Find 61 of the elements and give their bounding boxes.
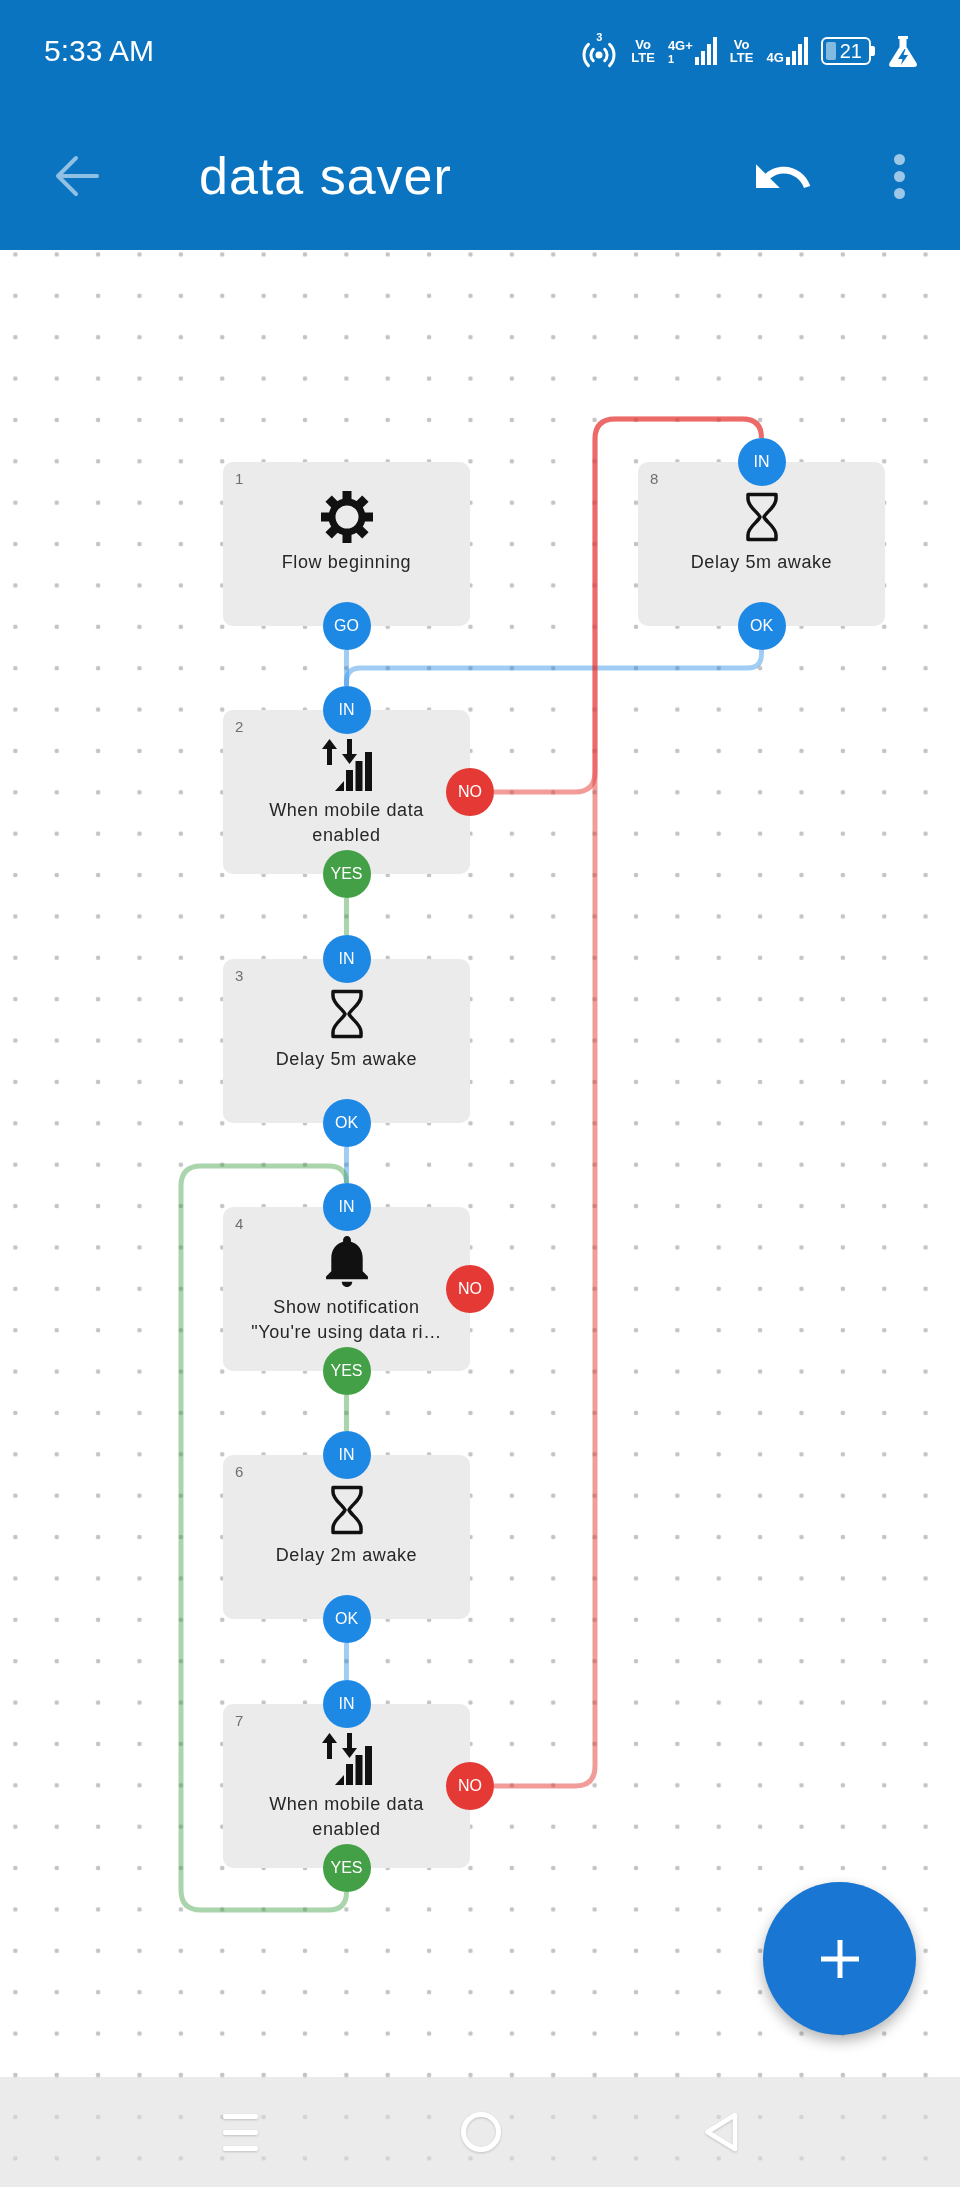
signal-bars-icon [694, 37, 717, 65]
more-options-icon [894, 153, 905, 199]
node-label: When mobile data enabled [268, 799, 425, 847]
add-button[interactable] [763, 1882, 916, 2035]
node-number: 2 [235, 718, 244, 735]
undo-icon [756, 163, 813, 189]
node-label: Flow beginning [281, 551, 412, 574]
node-number: 6 [235, 1463, 244, 1480]
hotspot-count: 3 [596, 32, 603, 43]
yes-port[interactable]: YES [322, 850, 371, 898]
network-type: 4G [766, 51, 784, 65]
connector-line [344, 898, 349, 935]
undo-button[interactable] [756, 163, 813, 189]
plus-icon [820, 1939, 859, 1978]
network-type: 4G+ [667, 39, 693, 53]
node-number: 3 [235, 967, 244, 984]
node-label: Show notification "You're using data ri… [250, 1296, 443, 1344]
hourglass-icon [329, 988, 364, 1039]
screen-title: data saver [199, 146, 452, 206]
yes-port[interactable]: YES [322, 1844, 371, 1892]
node-number: 8 [650, 470, 659, 487]
input-port[interactable]: IN [322, 1431, 371, 1479]
node-number: 7 [235, 1712, 244, 1729]
home-icon[interactable] [460, 2112, 501, 2152]
hourglass-icon [744, 491, 779, 542]
input-port[interactable]: IN [322, 1680, 371, 1728]
output-port[interactable]: OK [322, 1099, 371, 1147]
input-port[interactable]: IN [737, 438, 786, 486]
status-time: 5:33 AM [44, 34, 155, 68]
input-port[interactable]: IN [322, 686, 371, 734]
sim-number: 1 [667, 53, 674, 65]
output-port[interactable]: GO [322, 602, 371, 650]
back-button[interactable] [55, 155, 99, 197]
output-port[interactable]: OK [322, 1595, 371, 1643]
flask-icon [888, 35, 918, 67]
volte-indicator: Vo LTE [729, 38, 754, 64]
back-arrow-icon [55, 155, 99, 197]
hourglass-icon [329, 1484, 364, 1535]
node-label: When mobile data enabled [268, 1793, 425, 1841]
no-port[interactable]: NO [446, 768, 494, 816]
input-port[interactable]: IN [322, 935, 371, 983]
volte-indicator: Vo LTE [631, 38, 655, 64]
input-port[interactable]: IN [322, 1183, 371, 1231]
mobile-data-icon [321, 1732, 372, 1785]
node-label: Delay 2m awake [275, 1544, 418, 1567]
node-number: 4 [235, 1215, 244, 1232]
output-port[interactable]: OK [737, 602, 786, 650]
node-number: 1 [235, 470, 244, 487]
no-port[interactable]: NO [446, 1762, 494, 1810]
signal-bars-icon [785, 37, 808, 65]
node-label: Delay 5m awake [275, 1048, 418, 1071]
more-options-button[interactable] [894, 153, 905, 199]
back-icon[interactable] [703, 2112, 738, 2152]
gear-icon [320, 490, 373, 543]
battery-indicator: 21 [820, 37, 875, 65]
no-port[interactable]: NO [446, 1265, 494, 1313]
node-label: Delay 5m awake [690, 551, 833, 574]
mobile-data-icon [321, 738, 372, 791]
yes-port[interactable]: YES [322, 1347, 371, 1395]
menu-icon[interactable] [222, 2113, 258, 2151]
bell-icon [325, 1236, 368, 1287]
